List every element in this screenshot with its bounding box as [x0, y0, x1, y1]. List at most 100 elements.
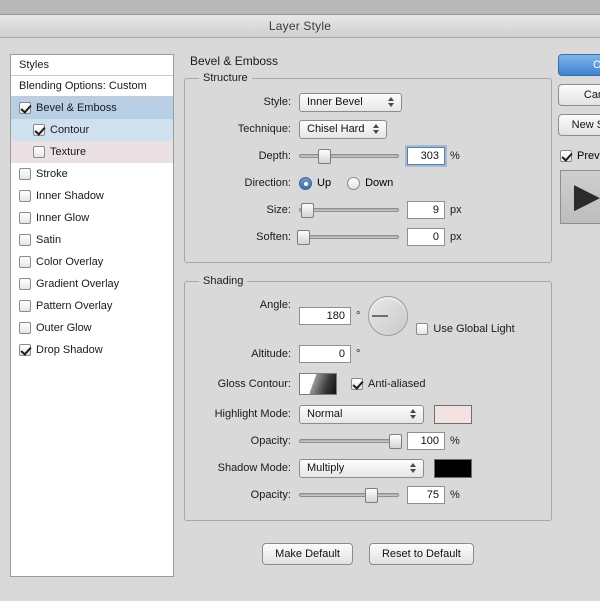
- style-row-satin[interactable]: Satin: [11, 229, 173, 251]
- preview-checkbox-row[interactable]: Preview: [560, 150, 600, 162]
- dialog-title: Layer Style: [268, 19, 332, 33]
- checkbox-bevel-emboss[interactable]: [19, 102, 31, 114]
- angle-row: Angle: 180 ° Use Global Light: [195, 293, 541, 339]
- slider-track: [299, 154, 399, 158]
- soften-field-label: Soften:: [256, 231, 291, 243]
- style-label: Inner Glow: [36, 212, 90, 224]
- styles-panel: Styles Blending Options: Custom Bevel & …: [10, 54, 174, 577]
- chevron-updown-icon: [383, 95, 398, 110]
- new-style-button[interactable]: New Style...: [558, 114, 600, 136]
- angle-input[interactable]: 180: [299, 307, 351, 325]
- slider-track: [299, 235, 399, 239]
- style-label: Stroke: [36, 168, 68, 180]
- structure-legend: Structure: [203, 72, 248, 84]
- altitude-input[interactable]: 0: [299, 345, 351, 363]
- highlight-opacity-slider[interactable]: [299, 432, 402, 450]
- size-unit: px: [450, 204, 462, 216]
- depth-row: Depth: 303 %: [195, 144, 541, 168]
- gloss-contour-swatch[interactable]: [299, 373, 337, 395]
- shadow-opacity-row: Opacity: 75 %: [195, 483, 541, 507]
- angle-dial[interactable]: [368, 296, 409, 336]
- highlight-opacity-input[interactable]: 100: [407, 432, 445, 450]
- shadow-opacity-label: Opacity:: [250, 489, 291, 501]
- styles-panel-header[interactable]: Styles: [11, 55, 173, 76]
- shadow-mode-select[interactable]: Multiply: [299, 458, 424, 478]
- slider-knob[interactable]: [389, 434, 402, 449]
- technique-select[interactable]: Chisel Hard: [299, 119, 387, 139]
- size-input[interactable]: 9: [407, 201, 445, 219]
- checkbox-outer-glow[interactable]: [19, 322, 31, 334]
- dialog-action-column: OK Cancel New Style... Preview ▶: [558, 54, 600, 224]
- style-row-pattern-overlay[interactable]: Pattern Overlay: [11, 295, 173, 317]
- slider-knob[interactable]: [297, 230, 310, 245]
- style-row: Style: Inner Bevel: [195, 90, 541, 114]
- shadow-color-swatch[interactable]: [434, 458, 472, 478]
- style-row-color-overlay[interactable]: Color Overlay: [11, 251, 173, 273]
- highlight-mode-select[interactable]: Normal: [299, 404, 424, 424]
- highlight-opacity-unit: %: [450, 435, 460, 447]
- chevron-updown-icon: [405, 407, 420, 422]
- soften-input[interactable]: 0: [407, 228, 445, 246]
- style-row-inner-shadow[interactable]: Inner Shadow: [11, 185, 173, 207]
- checkbox-color-overlay[interactable]: [19, 256, 31, 268]
- style-row-outer-glow[interactable]: Outer Glow: [11, 317, 173, 339]
- slider-knob[interactable]: [301, 203, 314, 218]
- style-row-contour[interactable]: Contour: [11, 119, 173, 141]
- blending-options-row[interactable]: Blending Options: Custom: [11, 76, 173, 97]
- style-row-drop-shadow[interactable]: Drop Shadow: [11, 339, 173, 361]
- style-select[interactable]: Inner Bevel: [299, 92, 402, 112]
- bevel-emboss-panel: Bevel & Emboss Structure Style: Inner Be…: [184, 54, 552, 577]
- style-row-inner-glow[interactable]: Inner Glow: [11, 207, 173, 229]
- depth-field-label: Depth:: [258, 150, 291, 162]
- layer-style-dialog: Layer Style Styles Blending Options: Cus…: [0, 14, 600, 601]
- checkbox-texture[interactable]: [33, 146, 45, 158]
- altitude-unit: °: [356, 348, 361, 360]
- direction-row: Direction: Up Down: [195, 171, 541, 195]
- style-label: Contour: [50, 124, 90, 136]
- style-label: Bevel & Emboss: [36, 102, 117, 114]
- soften-slider[interactable]: [297, 228, 399, 246]
- style-row-texture[interactable]: Texture: [11, 141, 173, 163]
- dialog-body: Styles Blending Options: Custom Bevel & …: [0, 38, 600, 601]
- checkbox-pattern-overlay[interactable]: [19, 300, 31, 312]
- shadow-opacity-slider[interactable]: [299, 486, 399, 504]
- shadow-opacity-input[interactable]: 75: [407, 486, 445, 504]
- slider-knob[interactable]: [318, 149, 331, 164]
- altitude-row: Altitude: 0 °: [195, 342, 541, 366]
- size-slider[interactable]: [299, 201, 399, 219]
- checkbox-stroke[interactable]: [19, 168, 31, 180]
- reset-to-default-button[interactable]: Reset to Default: [368, 543, 474, 565]
- cancel-button[interactable]: Cancel: [558, 84, 600, 106]
- style-row-bevel-emboss[interactable]: Bevel & Emboss: [11, 97, 173, 119]
- radio-direction-up[interactable]: [299, 176, 312, 190]
- shadow-mode-label: Shadow Mode:: [217, 462, 291, 474]
- gloss-contour-row: Gloss Contour: Anti-aliased: [195, 369, 541, 399]
- depth-input[interactable]: 303: [407, 147, 445, 165]
- checkbox-preview[interactable]: [560, 150, 572, 162]
- soften-row: Soften: 0 px: [195, 225, 541, 249]
- technique-row: Technique: Chisel Hard: [195, 117, 541, 141]
- style-row-gradient-overlay[interactable]: Gradient Overlay: [11, 273, 173, 295]
- checkbox-anti-aliased[interactable]: [351, 378, 363, 390]
- chevron-updown-icon: [405, 461, 420, 476]
- checkbox-inner-glow[interactable]: [19, 212, 31, 224]
- checkbox-gradient-overlay[interactable]: [19, 278, 31, 290]
- make-default-button[interactable]: Make Default: [262, 543, 353, 565]
- shadow-mode-row: Shadow Mode: Multiply: [195, 456, 541, 480]
- checkbox-drop-shadow[interactable]: [19, 344, 31, 356]
- checkbox-use-global-light[interactable]: [416, 323, 429, 335]
- highlight-color-swatch[interactable]: [434, 404, 472, 424]
- ok-button[interactable]: OK: [558, 54, 600, 76]
- soften-unit: px: [450, 231, 462, 243]
- preview-label: Preview: [577, 150, 600, 162]
- radio-direction-down[interactable]: [347, 176, 361, 190]
- slider-track: [299, 439, 399, 443]
- checkbox-contour[interactable]: [33, 124, 45, 136]
- depth-slider[interactable]: [299, 147, 399, 165]
- size-row: Size: 9 px: [195, 198, 541, 222]
- checkbox-inner-shadow[interactable]: [19, 190, 31, 202]
- checkbox-satin[interactable]: [19, 234, 31, 246]
- style-row-stroke[interactable]: Stroke: [11, 163, 173, 185]
- slider-knob[interactable]: [365, 488, 378, 503]
- size-field-label: Size:: [266, 204, 291, 216]
